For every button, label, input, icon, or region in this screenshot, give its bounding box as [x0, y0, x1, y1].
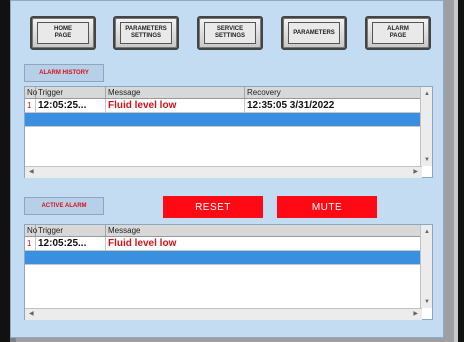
- parameters-settings-label: PARAMETERS SETTINGS: [120, 22, 172, 44]
- row-number: 1: [25, 99, 36, 112]
- column-header: Trigger: [36, 225, 106, 236]
- mute-button[interactable]: MUTE: [277, 196, 377, 218]
- service-settings-label: SERVICE SETTINGS: [204, 22, 256, 44]
- horizontal-scrollbar[interactable]: ◀ ▶: [25, 166, 422, 178]
- hmi-panel: HOME PAGE PARAMETERS SETTINGS SERVICE SE…: [10, 0, 444, 338]
- vertical-scrollbar[interactable]: ▲ ▼: [420, 225, 432, 308]
- active-alarm-title: ACTIVE ALARM: [24, 197, 104, 215]
- alarm-history-header: No Trigger Message Recovery: [25, 87, 422, 99]
- scroll-up-icon[interactable]: ▲: [424, 229, 430, 235]
- scroll-left-icon[interactable]: ◀: [29, 169, 34, 175]
- table-row[interactable]: 1 12:05:25... Fluid level low 12:35:05 3…: [25, 99, 422, 113]
- trigger-time: 12:05:25...: [36, 237, 106, 250]
- scroll-left-icon[interactable]: ◀: [29, 311, 34, 317]
- alarm-page-button[interactable]: ALARM PAGE: [365, 16, 431, 50]
- home-page-label: HOME PAGE: [37, 22, 89, 44]
- table-row-selected[interactable]: [25, 113, 422, 127]
- trigger-time: 12:05:25...: [36, 99, 106, 112]
- table-row-selected[interactable]: [25, 251, 422, 265]
- table-row[interactable]: 1 12:05:25... Fluid level low: [25, 237, 422, 251]
- active-alarm-header: No Trigger Message: [25, 225, 422, 237]
- recovery-time: 12:35:05 3/31/2022: [247, 100, 335, 111]
- parameters-label: PARAMETERS: [288, 22, 340, 44]
- column-header: No: [27, 87, 38, 98]
- active-alarm-table[interactable]: No Trigger Message 1 12:05:25... Fluid l…: [24, 224, 433, 320]
- parameters-settings-button[interactable]: PARAMETERS SETTINGS: [113, 16, 179, 50]
- vertical-scrollbar[interactable]: ▲ ▼: [420, 87, 432, 166]
- alarm-page-label: ALARM PAGE: [372, 22, 424, 44]
- alarm-message: Fluid level low: [106, 99, 245, 112]
- scroll-down-icon[interactable]: ▼: [424, 157, 430, 163]
- horizontal-scrollbar[interactable]: ◀ ▶: [25, 308, 422, 320]
- service-settings-button[interactable]: SERVICE SETTINGS: [197, 16, 263, 50]
- alarm-message: Fluid level low: [108, 238, 177, 249]
- home-page-button[interactable]: HOME PAGE: [30, 16, 96, 50]
- scroll-right-icon[interactable]: ▶: [413, 169, 418, 175]
- scroll-down-icon[interactable]: ▼: [424, 299, 430, 305]
- alarm-history-title: ALARM HISTORY: [24, 64, 104, 82]
- column-header: Trigger: [36, 87, 106, 98]
- column-header: Recovery: [247, 88, 281, 97]
- parameters-button[interactable]: PARAMETERS: [281, 16, 347, 50]
- reset-button[interactable]: RESET: [163, 196, 263, 218]
- column-header: Message: [108, 226, 141, 235]
- column-header: No: [27, 225, 38, 236]
- column-header: Message: [106, 87, 245, 98]
- scroll-up-icon[interactable]: ▲: [424, 91, 430, 97]
- row-number: 1: [25, 237, 36, 250]
- scroll-right-icon[interactable]: ▶: [413, 311, 418, 317]
- alarm-history-table[interactable]: No Trigger Message Recovery 1 12:05:25..…: [24, 86, 433, 178]
